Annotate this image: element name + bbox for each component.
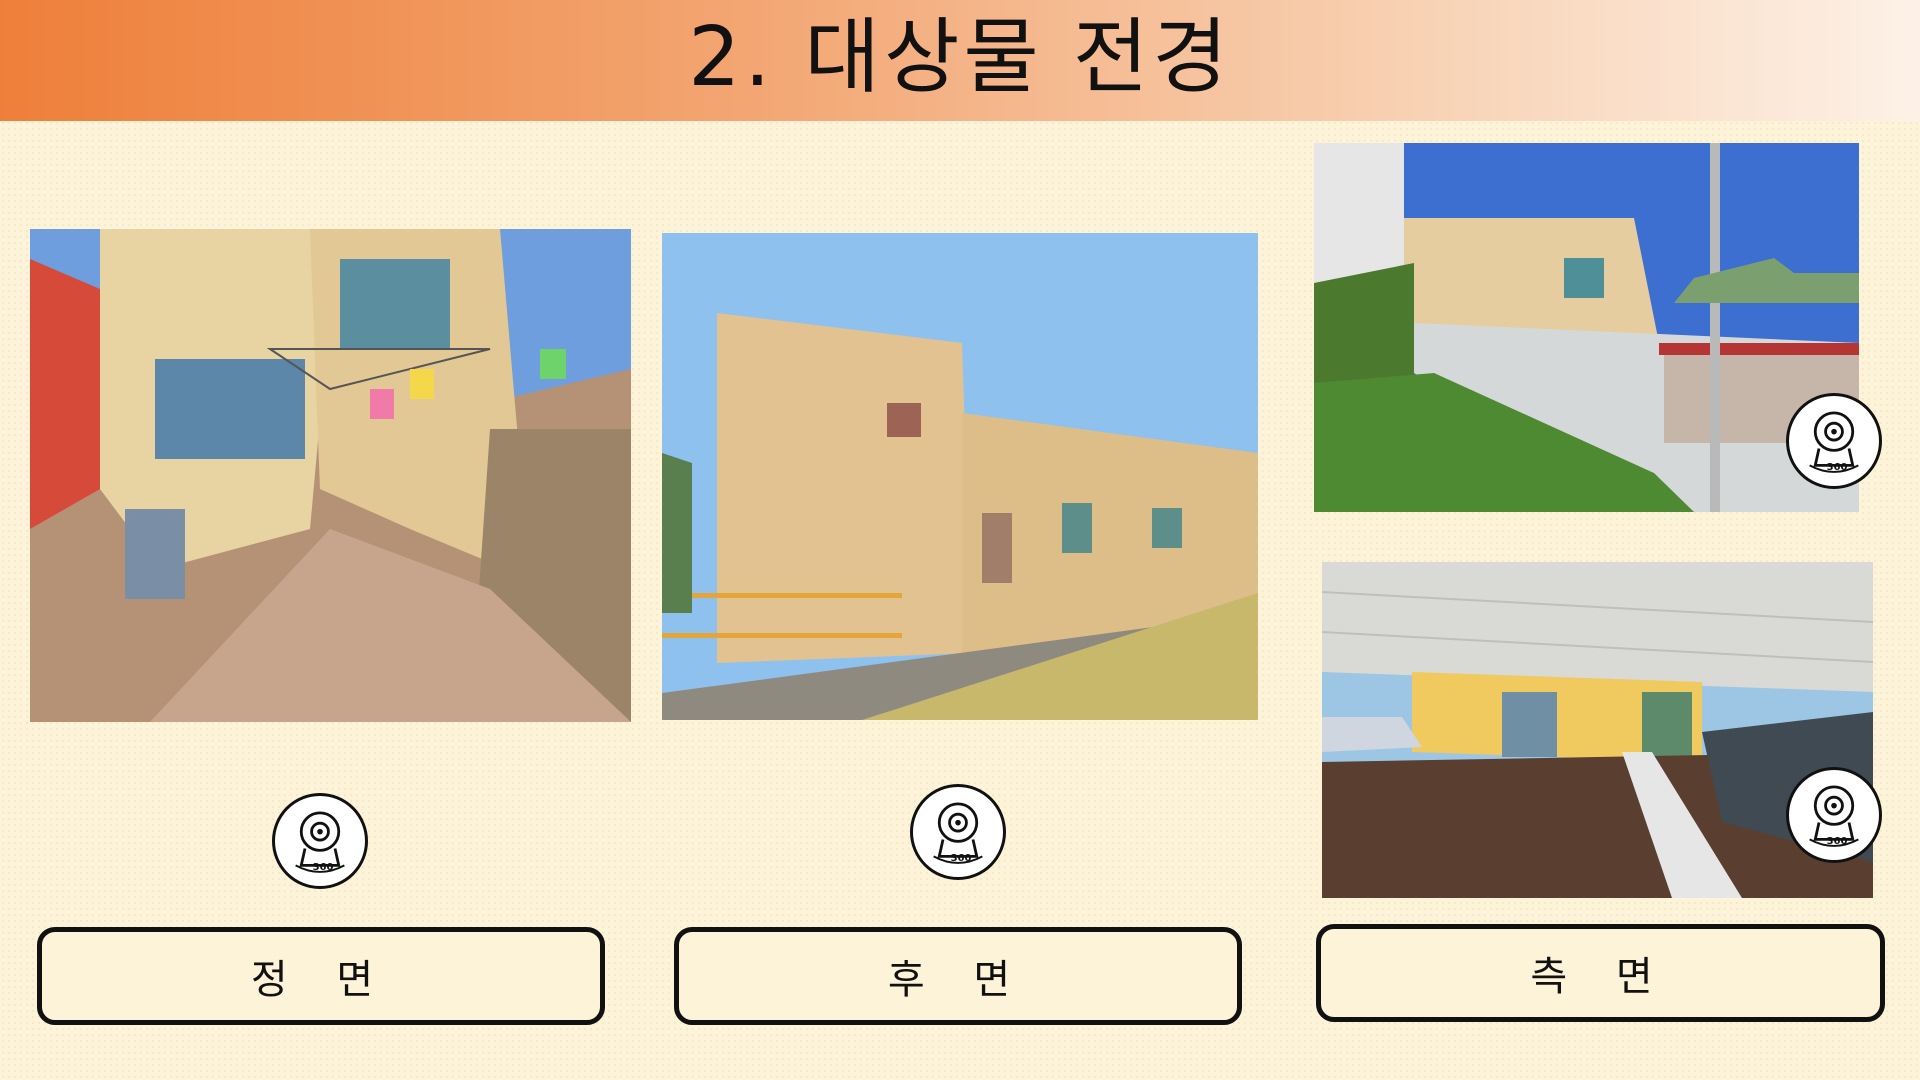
camera-360-text: 360 xyxy=(312,862,334,873)
front-view-button[interactable]: 정 면 xyxy=(37,927,605,1025)
side-view-photo-top xyxy=(1314,143,1859,512)
camera-360-text: 360 xyxy=(1826,462,1848,473)
rear-camera-360-icon[interactable]: 360 xyxy=(910,784,1006,880)
camera-360-text: 360 xyxy=(950,853,972,864)
rear-view-button[interactable]: 후 면 xyxy=(674,927,1242,1025)
camera-360-text: 360 xyxy=(1826,836,1848,847)
page-title: 2. 대상물 전경 xyxy=(688,10,1232,105)
front-camera-360-icon[interactable]: 360 xyxy=(272,793,368,889)
side-bottom-camera-360-icon[interactable]: 360 xyxy=(1786,767,1882,863)
title-banner: 2. 대상물 전경 xyxy=(0,0,1920,121)
front-view-photo xyxy=(30,229,631,722)
rear-view-photo xyxy=(662,233,1258,720)
side-top-camera-360-icon[interactable]: 360 xyxy=(1786,393,1882,489)
side-view-button[interactable]: 측 면 xyxy=(1316,924,1885,1022)
